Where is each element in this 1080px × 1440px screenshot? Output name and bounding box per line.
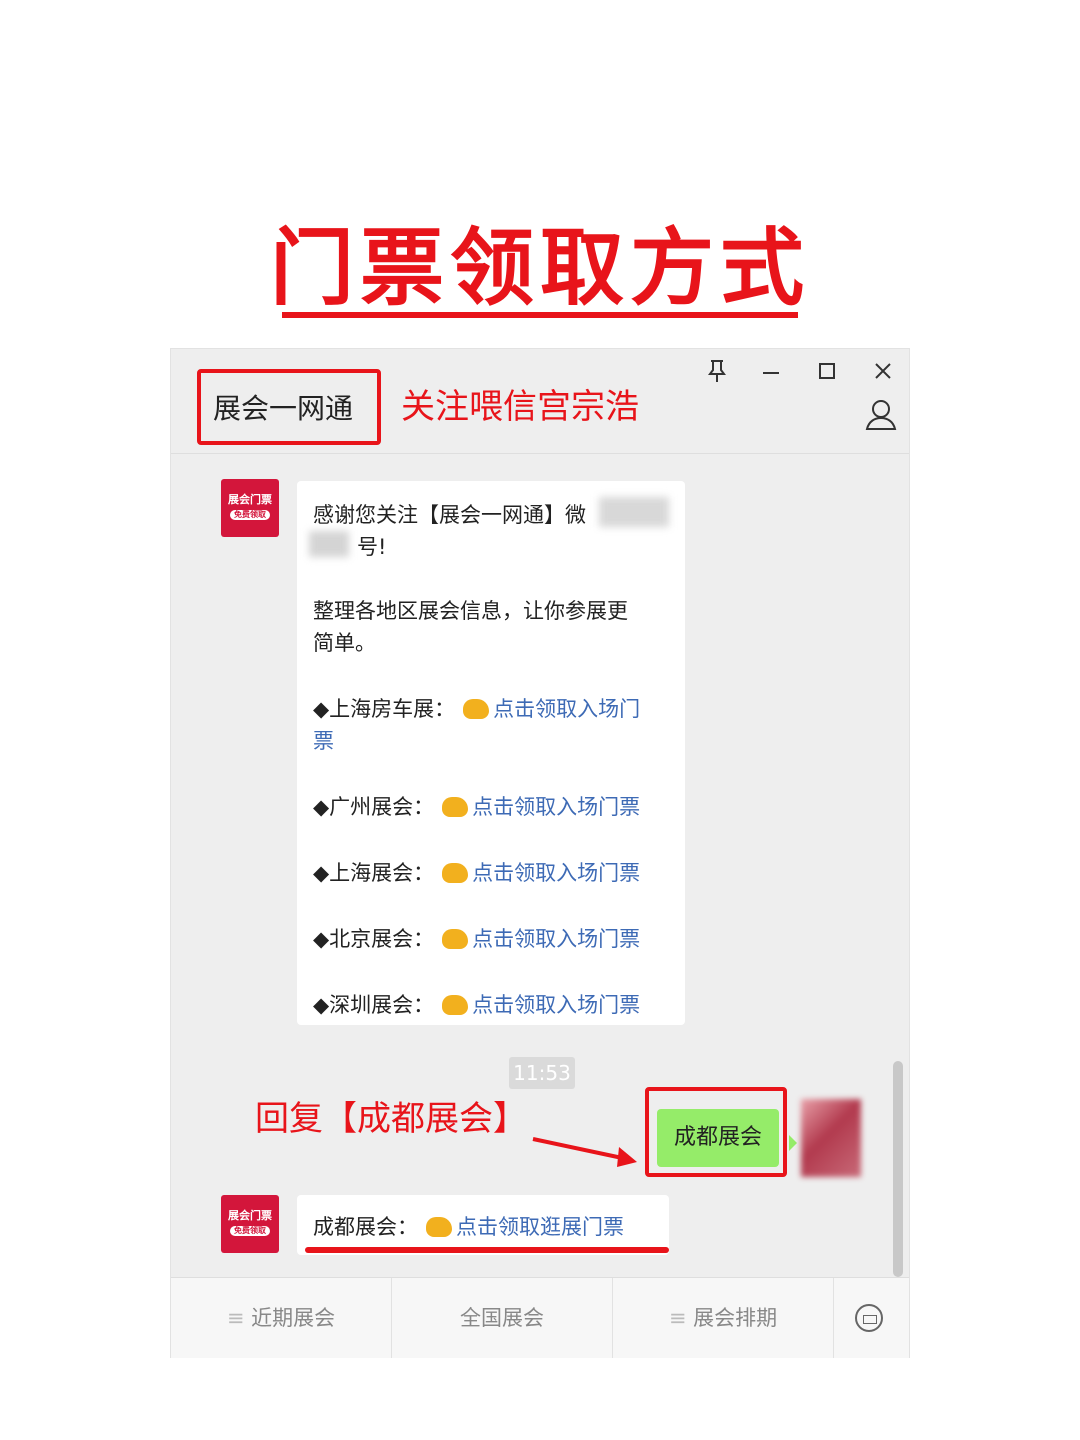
close-icon[interactable] xyxy=(865,357,901,393)
bottom-menu-bar: ≡ 近期展会 全国展会 ≡ 展会排期 xyxy=(171,1277,909,1358)
list-item: ◆北京展会： 点击领取入场门票 xyxy=(313,923,640,953)
pin-icon[interactable] xyxy=(699,357,735,393)
hand-pointing-icon xyxy=(442,863,469,883)
blurred-text xyxy=(599,497,669,527)
user-message-bubble: 成都展会 xyxy=(657,1109,779,1167)
list-item: ◆上海房车展： 点击领取入场门 xyxy=(313,693,640,723)
avatar-label: 展会门票 xyxy=(228,1209,272,1222)
bubble-tail xyxy=(789,1135,797,1151)
minimize-icon[interactable] xyxy=(753,357,789,393)
list-item-label: ◆上海展会： xyxy=(313,861,435,885)
hand-pointing-icon xyxy=(442,929,469,949)
welcome-line-1: 感谢您关注【展会一网通】微 xyxy=(313,503,586,527)
welcome-message-bubble: 感谢您关注【展会一网通】微 号! 整理各地区展会信息，让你参展更 简单。 ◆上海… xyxy=(297,481,685,1025)
reply-ticket-link[interactable]: 点击领取逛展门票 xyxy=(456,1215,624,1239)
chat-window: 展会一网通 关注喂信宫宗浩 展会门票 免费领取 感谢您关注【展会一网通】微 号!… xyxy=(170,348,910,1358)
list-item: ◆深圳展会： 点击领取入场门票 xyxy=(313,989,640,1019)
list-item: ◆上海展会： 点击领取入场门票 xyxy=(313,857,640,887)
reply-label: 成都展会： xyxy=(313,1215,418,1239)
ticket-link[interactable]: 点击领取入场门票 xyxy=(472,795,640,819)
ticket-link[interactable]: 点击领取入场门 xyxy=(493,697,640,721)
menu-list-icon: ≡ xyxy=(668,1306,694,1330)
user-avatar[interactable] xyxy=(801,1099,861,1177)
hand-pointing-icon xyxy=(442,797,469,817)
avatar-label: 展会门票 xyxy=(228,493,272,506)
reply-line: 成都展会： 点击领取逛展门票 xyxy=(313,1211,624,1241)
avatar-sub-label: 免费领取 xyxy=(230,1226,270,1236)
menu-label: 展会排期 xyxy=(693,1306,778,1330)
menu-label: 全国展会 xyxy=(460,1306,544,1330)
hand-pointing-icon xyxy=(426,1217,452,1237)
ticket-link[interactable]: 点击领取入场门票 xyxy=(472,927,640,951)
list-item-label: ◆北京展会： xyxy=(313,927,435,951)
welcome-line-3: 整理各地区展会信息，让你参展更 xyxy=(313,599,628,623)
hand-pointing-icon xyxy=(442,995,469,1015)
ticket-link-continued[interactable]: 票 xyxy=(313,725,334,755)
user-message-highlight: 成都展会 xyxy=(645,1087,787,1177)
account-name-highlight: 展会一网通 xyxy=(197,369,381,445)
keyboard-icon[interactable] xyxy=(855,1304,883,1332)
list-item-label: ◆上海房车展： xyxy=(313,697,456,721)
message-timestamp: 11:53 xyxy=(509,1057,575,1089)
annotation-reply: 回复【成都展会】 xyxy=(255,1099,527,1139)
menu-list-icon: ≡ xyxy=(226,1306,252,1330)
reply-message-bubble: 成都展会： 点击领取逛展门票 xyxy=(297,1195,669,1255)
user-profile-icon[interactable] xyxy=(863,397,899,433)
avatar-sub-label: 免费领取 xyxy=(230,510,270,520)
menu-item-schedule[interactable]: ≡ 展会排期 xyxy=(613,1278,833,1358)
hand-pointing-icon xyxy=(463,699,490,719)
account-name: 展会一网通 xyxy=(213,392,354,425)
title-bar: 展会一网通 关注喂信宫宗浩 xyxy=(171,349,909,454)
menu-item-national[interactable]: 全国展会 xyxy=(392,1278,612,1358)
scrollbar[interactable] xyxy=(893,1061,903,1277)
annotation-follow: 关注喂信宫宗浩 xyxy=(401,387,639,427)
blurred-text xyxy=(309,531,349,557)
menu-divider xyxy=(833,1278,834,1358)
menu-label: 近期展会 xyxy=(251,1306,336,1330)
welcome-line-2: 号! xyxy=(357,535,387,559)
maximize-icon[interactable] xyxy=(809,357,845,393)
list-item-label: ◆广州展会： xyxy=(313,795,435,819)
ticket-link[interactable]: 点击领取入场门票 xyxy=(472,861,640,885)
ticket-link[interactable]: 点击领取入场门票 xyxy=(472,993,640,1017)
list-item-label: ◆深圳展会： xyxy=(313,993,435,1017)
list-item: ◆广州展会： 点击领取入场门票 xyxy=(313,791,640,821)
menu-item-recent[interactable]: ≡ 近期展会 xyxy=(171,1278,391,1358)
welcome-line-4: 简单。 xyxy=(313,631,376,655)
reply-underline xyxy=(305,1247,669,1253)
official-account-avatar[interactable]: 展会门票 免费领取 xyxy=(221,479,279,537)
annotation-arrow-icon xyxy=(532,1137,637,1167)
official-account-avatar[interactable]: 展会门票 免费领取 xyxy=(221,1195,279,1253)
headline-underline xyxy=(282,312,798,318)
headline-title: 门票领取方式 xyxy=(269,219,810,317)
